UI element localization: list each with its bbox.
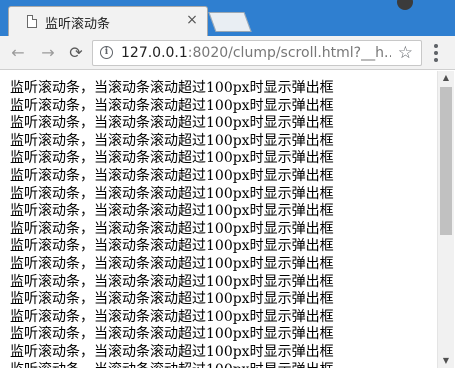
text-line: 监听滚动条，当滚动条滚动超过100px时显示弹出框 <box>10 80 334 96</box>
text-line: 监听滚动条，当滚动条滚动超过100px时显示弹出框 <box>10 167 334 184</box>
text-line: 监听滚动条，当滚动条滚动超过100px时显示弹出框 <box>10 220 334 237</box>
tab-title: 监听滚动条 <box>45 17 111 32</box>
address-bar[interactable]: i 127.0.0.1:8020/clump/scroll.html?__h..… <box>92 40 422 66</box>
browser-window: 监听滚动条 × ← → ⟳ i 127.0.0.1:8020/clump/scr… <box>0 0 455 376</box>
url-host: 127.0.0.1 <box>121 45 188 61</box>
info-icon[interactable]: i <box>100 46 113 59</box>
text-lines: 监听滚动条，当滚动条滚动超过100px时显示弹出框 监听滚动条，当滚动条滚动超过1… <box>10 80 334 376</box>
url-path: :8020/clump/scroll.html?__h... <box>187 45 391 61</box>
scroll-up-arrow-icon[interactable]: ▲ <box>438 71 454 85</box>
forward-arrow-icon[interactable]: → <box>38 43 58 63</box>
text-line: 监听滚动条，当滚动条滚动超过100px时显示弹出框 <box>10 185 334 202</box>
text-line: 监听滚动条，当滚动条滚动超过100px时显示弹出框 <box>10 132 334 149</box>
browser-toolbar: ← → ⟳ i 127.0.0.1:8020/clump/scroll.html… <box>0 36 455 70</box>
star-icon[interactable]: ☆ <box>398 43 413 63</box>
scroll-down-arrow-icon[interactable]: ▼ <box>438 354 454 368</box>
text-line: 监听滚动条，当滚动条滚动超过100px时显示弹出框 <box>10 273 334 290</box>
window-controls <box>285 0 455 10</box>
text-line: 监听滚动条，当滚动条滚动超过100px时显示弹出框 <box>10 326 334 343</box>
tab-scroll-page[interactable]: 监听滚动条 × <box>8 6 208 36</box>
text-line: 监听滚动条，当滚动条滚动超过100px时显示弹出框 <box>10 308 334 325</box>
text-line: 监听滚动条，当滚动条滚动超过100px时显示弹出框 <box>10 238 334 255</box>
url-text[interactable]: 127.0.0.1:8020/clump/scroll.html?__h... <box>121 45 391 61</box>
close-tab-icon[interactable]: × <box>185 11 199 29</box>
text-line: 监听滚动条，当滚动条滚动超过100px时显示弹出框 <box>10 150 334 167</box>
back-arrow-icon[interactable]: ← <box>8 43 28 63</box>
bottom-edge <box>0 368 455 376</box>
page-icon <box>27 15 37 28</box>
text-line: 监听滚动条，当滚动条滚动超过100px时显示弹出框 <box>10 343 334 360</box>
profile-icon[interactable] <box>397 0 413 10</box>
tab-strip: 监听滚动条 × <box>0 0 455 36</box>
page-content: 监听滚动条，当滚动条滚动超过100px时显示弹出框 监听滚动条，当滚动条滚动超过1… <box>0 71 437 376</box>
scrollbar-thumb[interactable] <box>440 87 452 235</box>
menu-icon[interactable] <box>434 44 438 62</box>
text-line: 监听滚动条，当滚动条滚动超过100px时显示弹出框 <box>10 255 334 272</box>
text-line: 监听滚动条，当滚动条滚动超过100px时显示弹出框 <box>10 291 334 308</box>
text-line: 监听滚动条，当滚动条滚动超过100px时显示弹出框 <box>10 203 334 220</box>
new-tab-button[interactable] <box>208 12 252 32</box>
text-line: 监听滚动条，当滚动条滚动超过100px时显示弹出框 <box>10 97 334 114</box>
vertical-scrollbar[interactable]: ▲ ▼ <box>437 71 454 368</box>
text-line: 监听滚动条，当滚动条滚动超过100px时显示弹出框 <box>10 115 334 132</box>
reload-icon[interactable]: ⟳ <box>66 43 86 63</box>
